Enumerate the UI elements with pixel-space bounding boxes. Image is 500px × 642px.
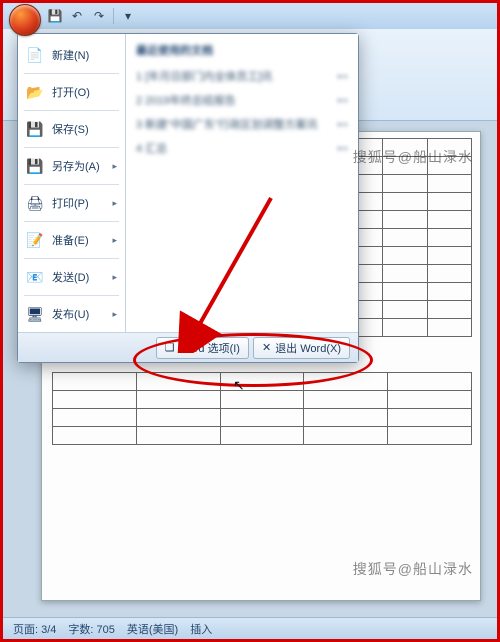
menu-save-as[interactable]: 💾 另存为(A) ▸ <box>18 151 125 181</box>
office-menu: 📄 新建(N) 📂 打开(O) 💾 保存(S) 💾 另存为(A) ▸ <box>17 33 359 363</box>
pin-icon[interactable]: ⊷ <box>337 70 348 83</box>
menu-label: 打开(O) <box>52 84 90 100</box>
menu-publish[interactable]: 🖥 发布(U) ▸ <box>18 299 125 329</box>
menu-label: 新建(N) <box>52 47 89 63</box>
menu-send[interactable]: 📧 发送(D) ▸ <box>18 262 125 292</box>
qat-separator <box>113 8 114 24</box>
title-bar: 💾 ↶ ↷ ▾ <box>3 3 497 29</box>
status-page: 页面: 3/4 <box>13 621 56 637</box>
qat-save-icon[interactable]: 💾 <box>47 8 63 24</box>
word-options-button[interactable]: ❏ Word 选项(I) <box>156 337 249 359</box>
menu-new[interactable]: 📄 新建(N) <box>18 40 125 70</box>
pin-icon[interactable]: ⊷ <box>337 142 348 155</box>
send-icon: 📧 <box>26 268 44 286</box>
status-bar: 页面: 3/4 字数: 705 英语(美国) 插入 <box>3 617 497 639</box>
print-icon: 🖨 <box>26 194 44 212</box>
status-word-count: 字数: 705 <box>68 621 114 637</box>
button-label: 退出 Word(X) <box>275 340 341 356</box>
recent-doc-item[interactable]: 3 新建“中国广东”行政区划调整方案讯⊷ <box>136 112 348 136</box>
chevron-right-icon: ▸ <box>112 272 117 283</box>
prepare-icon: 📝 <box>26 231 44 249</box>
qat-redo-icon[interactable]: ↷ <box>91 8 107 24</box>
save-as-icon: 💾 <box>26 157 44 175</box>
pin-icon[interactable]: ⊷ <box>337 94 348 107</box>
qat-undo-icon[interactable]: ↶ <box>69 8 85 24</box>
recent-doc-item[interactable]: 4 汇总⊷ <box>136 136 348 160</box>
chevron-right-icon: ▸ <box>112 309 117 320</box>
menu-save[interactable]: 💾 保存(S) <box>18 114 125 144</box>
menu-label: 准备(E) <box>52 232 89 248</box>
chevron-right-icon: ▸ <box>112 198 117 209</box>
recent-docs-header: 最近使用的文档 <box>136 42 348 58</box>
exit-word-button[interactable]: ✕ 退出 Word(X) <box>253 337 350 359</box>
pin-icon[interactable]: ⊷ <box>337 118 348 131</box>
new-icon: 📄 <box>26 46 44 64</box>
menu-print[interactable]: 🖨 打印(P) ▸ <box>18 188 125 218</box>
menu-open[interactable]: 📂 打开(O) <box>18 77 125 107</box>
chevron-right-icon: ▸ <box>112 235 117 246</box>
save-icon: 💾 <box>26 120 44 138</box>
office-menu-footer: ❏ Word 选项(I) ✕ 退出 Word(X) <box>18 332 358 362</box>
screenshot-frame: 💾 ↶ ↷ ▾ <box>0 0 500 642</box>
status-language[interactable]: 英语(美国) <box>127 621 178 637</box>
office-button[interactable] <box>9 4 41 36</box>
menu-prepare[interactable]: 📝 准备(E) ▸ <box>18 225 125 255</box>
menu-label: 另存为(A) <box>52 158 100 174</box>
qat-customize-icon[interactable]: ▾ <box>120 8 136 24</box>
status-insert-mode[interactable]: 插入 <box>190 621 212 637</box>
options-icon: ❏ <box>165 341 175 354</box>
recent-doc-item[interactable]: 2 2019年终总结报告⊷ <box>136 88 348 112</box>
recent-doc-item[interactable]: 1 [年月日部门内全体员工]讯⊷ <box>136 64 348 88</box>
chevron-right-icon: ▸ <box>112 161 117 172</box>
office-menu-left: 📄 新建(N) 📂 打开(O) 💾 保存(S) 💾 另存为(A) ▸ <box>18 34 126 332</box>
menu-label: 发送(D) <box>52 269 89 285</box>
open-icon: 📂 <box>26 83 44 101</box>
menu-label: 保存(S) <box>52 121 89 137</box>
content-table-lower[interactable] <box>52 372 472 445</box>
menu-label: 发布(U) <box>52 306 89 322</box>
office-menu-recent: 最近使用的文档 1 [年月日部门内全体员工]讯⊷ 2 2019年终总结报告⊷ 3… <box>126 34 358 332</box>
menu-label: 打印(P) <box>52 195 89 211</box>
exit-icon: ✕ <box>262 341 271 354</box>
publish-icon: 🖥 <box>26 305 44 323</box>
button-label: Word 选项(I) <box>178 340 240 356</box>
